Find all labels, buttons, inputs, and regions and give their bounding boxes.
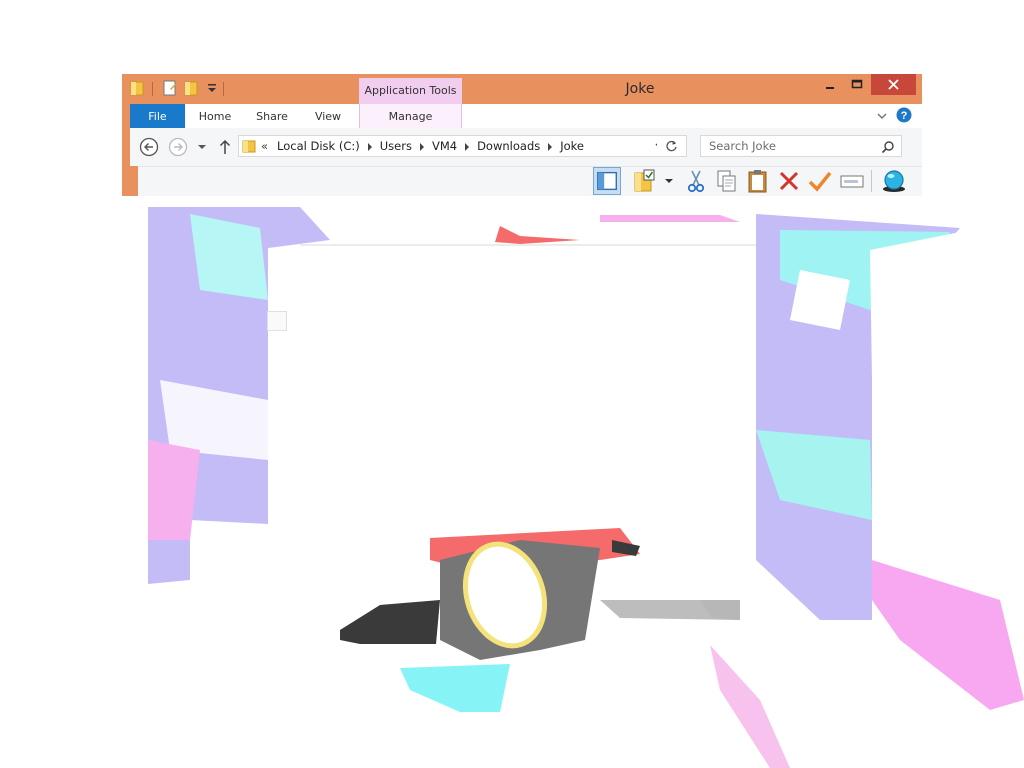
delete-icon[interactable] xyxy=(775,167,803,195)
breadcrumb-separator-icon[interactable] xyxy=(465,142,470,151)
artwork-cyan-streak xyxy=(190,214,268,300)
title-bar[interactable]: Application Tools Joke xyxy=(122,74,922,104)
forward-arrow-icon[interactable] xyxy=(168,137,188,157)
artwork-pink-streak xyxy=(600,215,740,222)
globe-icon[interactable] xyxy=(880,167,908,195)
command-toolbar xyxy=(138,166,922,196)
properties-icon[interactable] xyxy=(163,80,177,96)
quick-access-separator xyxy=(152,82,153,96)
breadcrumb: « Local Disk (C:) Users VM4 Downloads Joke xyxy=(261,136,584,156)
breadcrumb-item[interactable]: Joke xyxy=(560,139,584,153)
context-tab-header: Application Tools xyxy=(359,78,462,104)
artwork-lavender-block xyxy=(756,214,960,620)
close-button[interactable] xyxy=(871,74,916,95)
customize-quick-access-icon[interactable] xyxy=(207,82,217,94)
artwork-cyan-streak xyxy=(400,664,510,712)
blank-dialog-panel xyxy=(269,248,756,524)
breadcrumb-item[interactable]: Downloads xyxy=(477,139,540,153)
address-row: « Local Disk (C:) Users VM4 Downloads Joke xyxy=(130,128,922,166)
select-folder-icon[interactable] xyxy=(632,167,660,195)
artwork-pink-streak xyxy=(148,440,200,540)
breadcrumb-item[interactable]: Users xyxy=(380,139,412,153)
breadcrumb-item[interactable]: Local Disk (C:) xyxy=(277,139,360,153)
chevron-down-icon[interactable] xyxy=(197,142,207,152)
breadcrumb-separator-icon[interactable] xyxy=(367,142,372,151)
artwork-gray-figure xyxy=(600,600,740,620)
search-box[interactable] xyxy=(700,135,902,157)
artwork-pink-streak xyxy=(710,645,790,768)
artwork-dark-figure xyxy=(340,600,440,644)
tab-share[interactable]: Share xyxy=(251,104,293,128)
artwork-cyan-streak xyxy=(160,380,268,460)
copy-icon[interactable] xyxy=(713,167,741,195)
artwork-pink-streak xyxy=(872,560,1024,710)
tab-file[interactable]: File xyxy=(130,104,185,128)
preview-pane-icon[interactable] xyxy=(593,167,621,195)
breadcrumb-separator-icon[interactable] xyxy=(548,142,553,151)
artwork-yellow-ring xyxy=(462,541,548,649)
new-folder-icon[interactable] xyxy=(184,80,198,96)
ribbon-tabs: File Home Share View Manage ? xyxy=(130,104,922,128)
help-icon[interactable]: ? xyxy=(896,107,912,123)
paste-icon[interactable] xyxy=(744,167,772,195)
artwork-white-blob xyxy=(790,270,850,330)
checkmark-icon[interactable] xyxy=(806,167,834,195)
close-icon xyxy=(888,79,899,90)
window-title: Joke xyxy=(625,81,655,97)
explorer-window: Application Tools Joke File Home Share V… xyxy=(122,74,922,196)
back-arrow-icon[interactable] xyxy=(139,137,159,157)
address-bar[interactable]: « Local Disk (C:) Users VM4 Downloads Joke xyxy=(238,135,686,157)
chevron-down-icon[interactable] xyxy=(876,110,888,122)
svg-text:?: ? xyxy=(901,110,908,122)
chevron-down-icon[interactable] xyxy=(664,177,674,185)
minimize-button[interactable] xyxy=(817,74,843,95)
breadcrumb-separator-icon[interactable] xyxy=(419,142,424,151)
search-icon[interactable] xyxy=(881,140,895,154)
artwork-cyan-streak xyxy=(756,430,872,520)
artwork-red-patch xyxy=(430,528,640,570)
folder-icon[interactable] xyxy=(130,80,144,96)
artwork-gray-figure xyxy=(612,540,640,556)
tab-view[interactable]: View xyxy=(308,104,348,128)
dialog-border-line xyxy=(300,244,756,246)
tab-manage[interactable]: Manage xyxy=(359,104,462,128)
artwork-cyan-streak xyxy=(780,230,950,320)
maximize-button[interactable] xyxy=(844,74,870,95)
artwork-red-patch xyxy=(495,226,580,244)
breadcrumb-overflow[interactable]: « xyxy=(261,139,268,153)
refresh-icon[interactable] xyxy=(657,135,687,157)
rename-icon[interactable] xyxy=(838,167,866,195)
breadcrumb-item[interactable]: VM4 xyxy=(432,139,457,153)
quick-access-separator xyxy=(223,82,224,96)
cut-icon[interactable] xyxy=(682,167,710,195)
dialog-checkbox[interactable] xyxy=(267,311,287,331)
search-input[interactable] xyxy=(701,136,877,156)
artwork-white-blob xyxy=(870,232,1024,520)
minimize-icon xyxy=(826,87,834,89)
artwork-gray-figure xyxy=(700,600,740,620)
artwork-gray-figure xyxy=(440,540,600,660)
folder-icon xyxy=(242,140,256,153)
tab-home[interactable]: Home xyxy=(194,104,236,128)
up-arrow-icon[interactable] xyxy=(218,138,232,156)
toolbar-separator xyxy=(871,170,872,192)
